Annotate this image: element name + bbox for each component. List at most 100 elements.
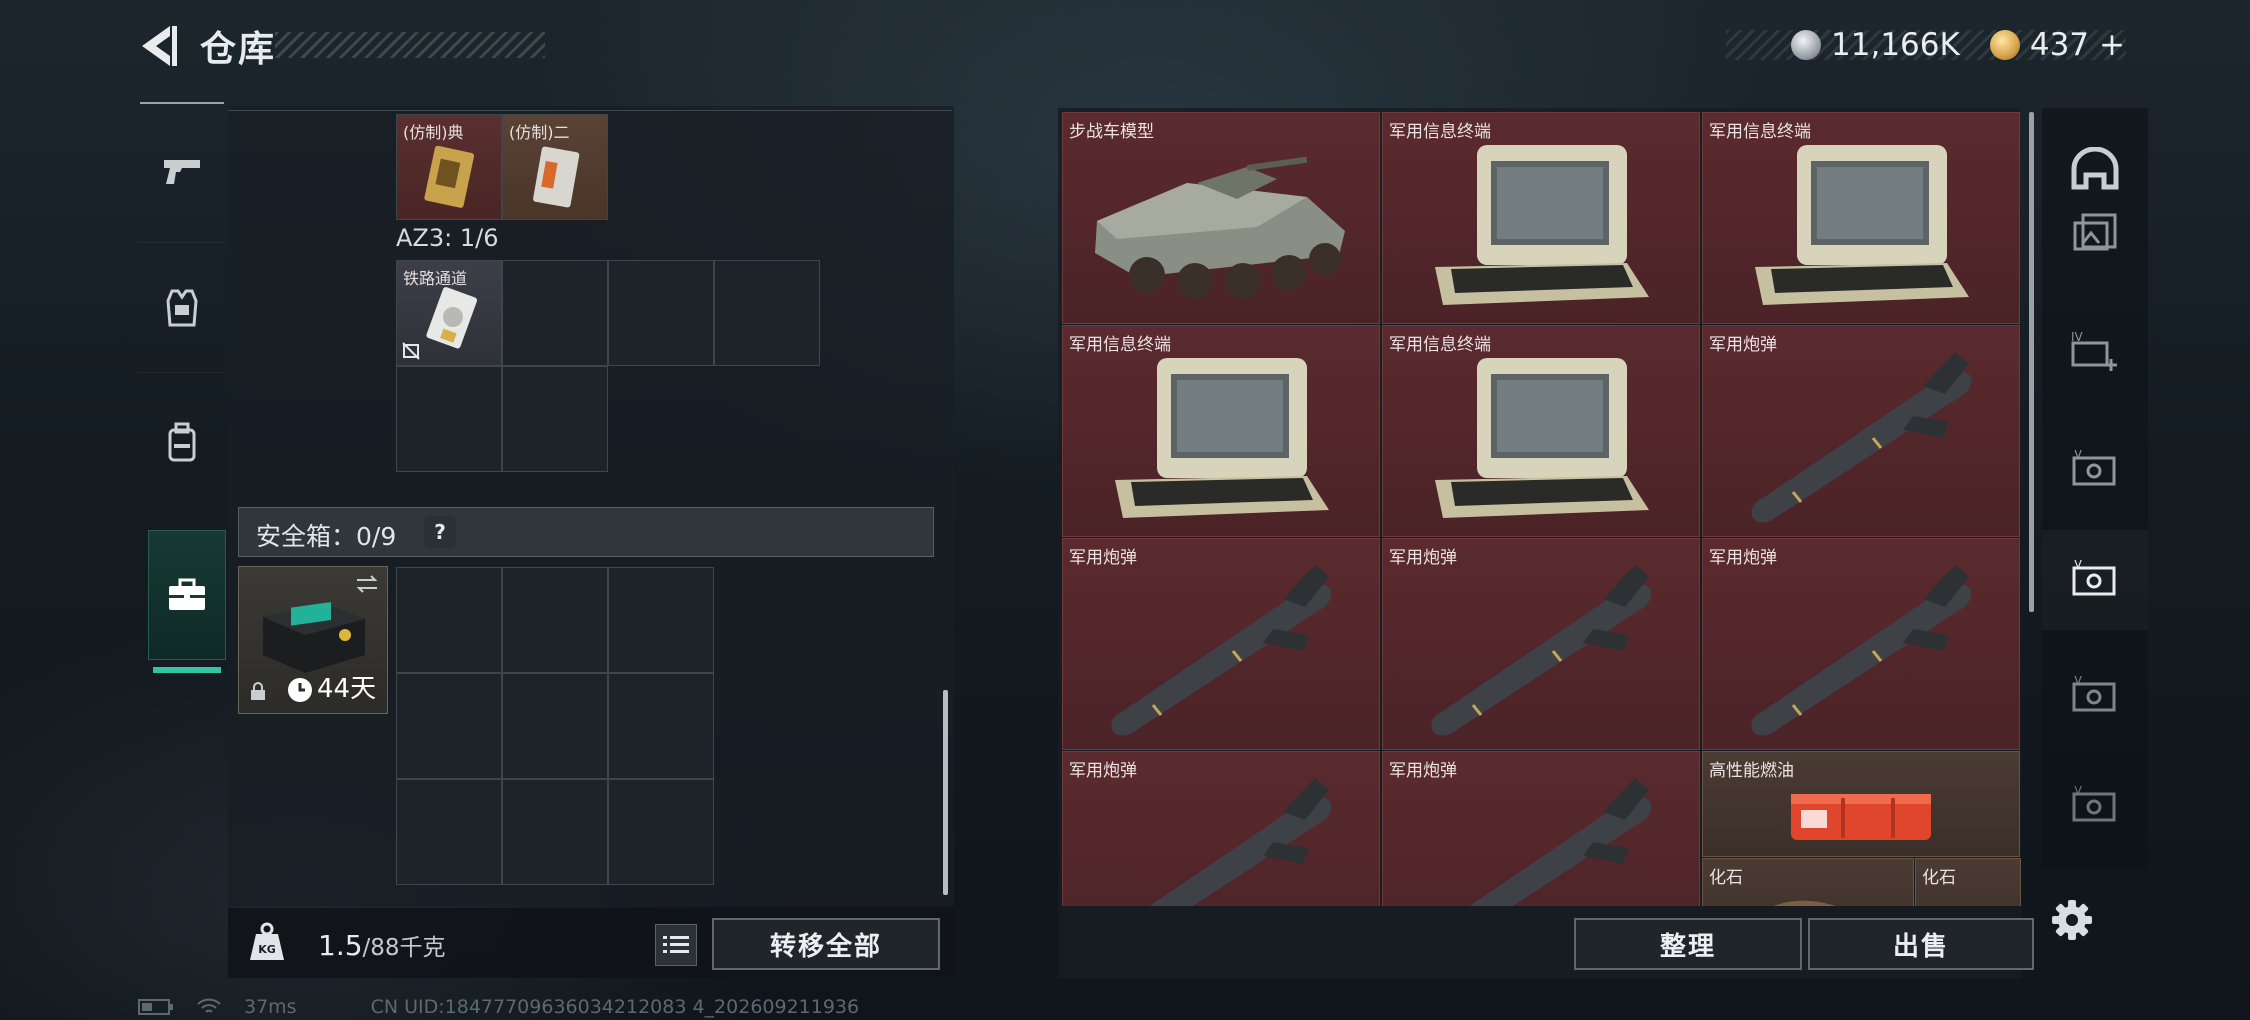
user-uid: CN UID:18477709636034212083 4_2026092119… <box>370 996 860 1018</box>
inventory-item-1[interactable]: (仿制)典 <box>396 114 502 220</box>
safe-slot[interactable] <box>608 779 714 885</box>
storage-item-missile[interactable]: 军用炮弹 <box>1702 538 2020 750</box>
card-icon <box>533 146 580 208</box>
gold-add-button[interactable]: + <box>2099 27 2125 63</box>
missile-icon <box>1431 565 1652 736</box>
safe-slot[interactable] <box>502 567 608 673</box>
book-icon <box>424 145 475 208</box>
safe-slot[interactable] <box>502 673 608 779</box>
keycard-icon <box>426 287 478 349</box>
storage-item-missile[interactable]: 军用炮弹 <box>1382 751 1700 906</box>
filter-coupon[interactable]: V <box>2042 420 2148 520</box>
no-trade-icon <box>402 342 420 360</box>
safe-box-capacity: 安全箱：0/9 <box>256 522 397 551</box>
military-terminal-icon <box>1435 358 1649 518</box>
fossil-icon <box>1773 900 1836 906</box>
tab-safe-box[interactable] <box>148 530 226 673</box>
ping-value: 37ms <box>244 996 297 1018</box>
weight-current: 1.5 <box>318 929 363 962</box>
empty-slot[interactable] <box>502 366 608 472</box>
military-terminal-icon <box>1755 145 1969 305</box>
safe-slot[interactable] <box>396 779 502 885</box>
gift-card-icon <box>2073 213 2117 251</box>
coupon-icon: V <box>2072 676 2116 712</box>
lock-icon <box>251 682 265 700</box>
pistol-icon <box>164 160 200 184</box>
item-label: (仿制)典 <box>403 123 464 142</box>
safe-box-item[interactable]: 44天 <box>238 566 388 714</box>
storage-item-fuel[interactable]: 高性能燃油 <box>1702 751 2020 857</box>
empty-slot[interactable] <box>714 260 820 366</box>
coupon-selected-icon: V <box>2072 560 2116 596</box>
military-terminal-icon <box>1115 358 1329 518</box>
silver-amount: 11,166K <box>1831 27 1960 63</box>
clock-icon <box>288 678 312 702</box>
category-tabs <box>138 102 226 673</box>
status-footer: 37ms CN UID:18477709636034212083 4_20260… <box>138 996 859 1018</box>
tab-weapons[interactable] <box>138 102 226 242</box>
storage-item-missile[interactable]: 军用炮弹 <box>1062 538 1380 750</box>
apc-model-icon <box>1095 156 1345 299</box>
inventory-item-railway[interactable]: 铁路通道 <box>396 260 502 366</box>
coupon-icon: V <box>2072 450 2116 486</box>
battery-icon <box>138 999 173 1015</box>
sort-button[interactable]: 整理 <box>1574 918 1802 970</box>
missile-icon <box>1111 565 1332 736</box>
filter-coupon[interactable]: V <box>2042 646 2148 746</box>
filter-coupon[interactable]: V <box>2042 756 2148 856</box>
safe-slot[interactable] <box>396 567 502 673</box>
coupon-icon: V <box>2072 786 2116 822</box>
storage-item-missile[interactable]: 军用炮弹 <box>1382 538 1700 750</box>
svg-text:KG: KG <box>258 943 276 956</box>
transfer-all-button[interactable]: 转移全部 <box>712 918 940 970</box>
storage-item-terminal[interactable]: 军用信息终端 <box>1702 112 2020 324</box>
safe-slot[interactable] <box>502 779 608 885</box>
silver-coin-icon <box>1791 30 1822 60</box>
weight-readout: 1.5/88千克 <box>318 928 446 962</box>
storage-item-terminal[interactable]: 军用信息终端 <box>1382 112 1700 324</box>
inventory-item-2[interactable]: (仿制)二 <box>502 114 608 220</box>
storage-item-missile[interactable]: 军用炮弹 <box>1702 325 2020 537</box>
storage-item-fossil[interactable]: 化石 <box>1702 858 1914 906</box>
gear-icon <box>2052 900 2092 940</box>
fuel-case-icon <box>1791 794 1931 840</box>
tab-backpack[interactable] <box>138 372 226 513</box>
filter-card-add[interactable]: IV <box>2042 306 2148 396</box>
weight-icon: KG <box>248 922 286 962</box>
inventory-scrollbar[interactable] <box>943 690 948 895</box>
svg-text:V: V <box>2074 676 2083 687</box>
settings-button[interactable] <box>2050 898 2094 942</box>
gold-amount: 437 <box>2029 27 2090 63</box>
filter-gift-card[interactable] <box>2042 196 2148 266</box>
safe-slot[interactable] <box>608 567 714 673</box>
filter-coupon-selected[interactable]: V <box>2042 530 2148 630</box>
back-button[interactable] <box>136 22 180 70</box>
tab-armor[interactable] <box>138 242 226 373</box>
helmet-icon <box>2071 147 2119 190</box>
item-label: 化石 <box>1922 868 1956 888</box>
storage-item-terminal[interactable]: 军用信息终端 <box>1382 325 1700 537</box>
safe-slot[interactable] <box>608 673 714 779</box>
storage-item-vehicle[interactable]: 步战车模型 <box>1062 112 1380 324</box>
storage-item-missile[interactable]: 军用炮弹 <box>1062 751 1380 906</box>
page-title: 仓库 <box>200 29 277 70</box>
help-button[interactable]: ? <box>424 516 456 548</box>
storage-item-fossil[interactable]: 化石 <box>1915 858 2021 906</box>
panel-divider <box>228 110 952 111</box>
empty-slot[interactable] <box>502 260 608 366</box>
list-view-button[interactable] <box>655 924 697 966</box>
storage-grid: 步战车模型 军用信息终端 军用信息终端 军用信息终端 军用信息终端 军用炮弹 军… <box>1062 112 2022 906</box>
sell-button[interactable]: 出售 <box>1808 918 2034 970</box>
briefcase-icon <box>169 578 205 610</box>
currency-display: 11,166K 437 + <box>1725 27 2125 63</box>
gold-coin-icon <box>1989 30 2020 60</box>
swap-icon <box>356 575 378 593</box>
safe-slot[interactable] <box>396 673 502 779</box>
storage-scrollbar[interactable] <box>2029 112 2034 612</box>
empty-slot[interactable] <box>396 366 502 472</box>
list-icon <box>663 936 689 953</box>
az3-capacity-label: AZ3: 1/6 <box>396 224 499 252</box>
backpack-icon <box>168 422 196 462</box>
empty-slot[interactable] <box>608 260 714 366</box>
storage-item-terminal[interactable]: 军用信息终端 <box>1062 325 1380 537</box>
